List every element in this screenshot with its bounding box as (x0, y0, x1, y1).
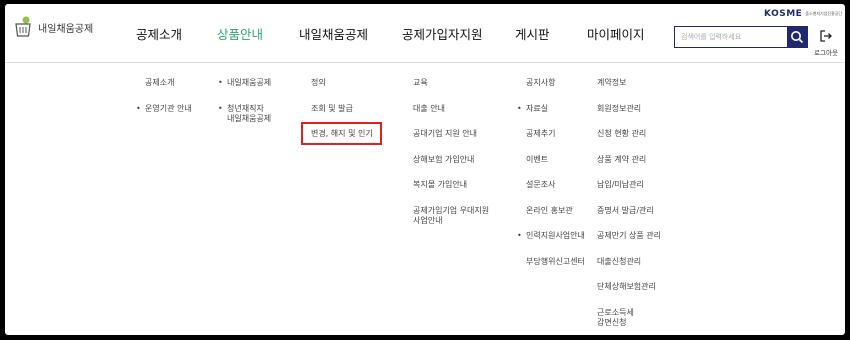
menu-item-line: 청년재직자 (227, 103, 264, 113)
menu-item[interactable]: 정의 (311, 78, 373, 88)
menu-item[interactable]: 설문조사 (526, 180, 585, 190)
kosme-wordmark: KOSME (764, 9, 803, 19)
nav-gongje-intro[interactable]: 공제소개 (136, 24, 182, 43)
menu-item-line: 사업안내 (413, 215, 443, 225)
search-input[interactable] (675, 27, 787, 47)
menu-item-line: 근로소득세 (597, 307, 634, 317)
menu-item[interactable]: 신청 현황 관리 (597, 129, 661, 139)
menu-item[interactable]: 공대기업 지원 안내 (413, 129, 489, 139)
menu-item[interactable]: 자료실 (517, 104, 585, 114)
logout-icon (820, 30, 832, 42)
menu-item[interactable]: 복지몰 가입안내 (413, 180, 489, 190)
menu-col-support: 교육 대출 안내 공대기업 지원 안내 상해보험 가입안내 복지몰 가입안내 공… (413, 78, 489, 241)
logout-button[interactable]: 로그아웃 (813, 27, 839, 57)
menu-item[interactable]: 공제만기 상품 관리 (597, 231, 661, 241)
menu-item-tax[interactable]: 근로소득세 감면신청 (597, 308, 661, 328)
menu-item[interactable]: 교육 (413, 78, 489, 88)
menu-item-line: 감면신청 (597, 317, 627, 327)
menu-item[interactable]: 인력지원사업안내 (517, 231, 585, 241)
menu-col-intro: 공제소개 운영기관 안내 (136, 78, 192, 129)
site-logo[interactable]: 내일채움공제 (13, 16, 93, 38)
nav-board[interactable]: 게시판 (515, 24, 550, 43)
brand-name: 내일채움공제 (38, 23, 94, 35)
menu-item[interactable]: 공지사항 (526, 78, 585, 88)
jar-logo-icon (13, 16, 33, 38)
nav-naeil-chaeum[interactable]: 내일채움공제 (299, 24, 368, 43)
highlight-box (301, 122, 382, 145)
menu-item[interactable]: 온라인 홍보관 (526, 206, 585, 216)
menu-item[interactable]: 부당행위신고센터 (526, 257, 585, 267)
menu-item[interactable]: 대출신청관리 (597, 257, 661, 267)
menu-col-product: 내일채움공제 청년재직자 내일채움공제 (218, 78, 272, 139)
menu-col-board: 공지사항 자료실 공제추기 이벤트 설문조사 온라인 홍보관 인력지원사업안내 … (517, 78, 585, 282)
kosme-subtitle: 중소벤처기업진흥공단 (805, 11, 843, 16)
menu-item[interactable]: 상해보험 가입안내 (413, 155, 489, 165)
menu-col-mypage: 계약정보 회원정보관리 신청 현황 관리 상품 계약 관리 납입/미납관리 증명… (597, 78, 661, 335)
search-box (674, 26, 808, 48)
menu-item[interactable]: 납입/미납관리 (597, 180, 661, 190)
menu-item[interactable]: 단체상해보험관리 (597, 282, 661, 292)
logout-label: 로그아웃 (814, 49, 838, 57)
nav-mypage[interactable]: 마이페이지 (587, 24, 645, 43)
menu-item[interactable]: 상품 계약 관리 (597, 155, 661, 165)
menu-item-youth[interactable]: 청년재직자 내일채움공제 (218, 103, 272, 124)
kosme-logo: KOSME 중소벤처기업진흥공단 (764, 9, 842, 19)
menu-item[interactable]: 조회 및 발급 (311, 104, 373, 114)
menu-item-line: 내일채움공제 (227, 113, 272, 123)
nav-subscriber-support[interactable]: 공제가입자지원 (402, 24, 483, 43)
menu-item[interactable]: 내일채움공제 (218, 78, 271, 88)
menu-item[interactable]: 대출 안내 (413, 104, 489, 114)
search-icon (791, 31, 804, 44)
menu-item-preferential[interactable]: 공제가입기업 우대지원 사업안내 (413, 206, 489, 226)
header: 내일채움공제 공제소개 상품안내 내일채움공제 공제가입자지원 게시판 마이페이… (5, 4, 845, 63)
menu-item[interactable]: 계약정보 (597, 78, 661, 88)
menu-item[interactable]: 회원정보관리 (597, 104, 661, 114)
menu-item[interactable]: 공제추기 (526, 129, 585, 139)
menu-item[interactable]: 운영기관 안내 (136, 104, 192, 114)
search-button[interactable] (787, 27, 807, 47)
menu-item[interactable]: 이벤트 (526, 155, 585, 165)
menu-item-line: 공제가입기업 우대지원 (413, 205, 490, 215)
menu-item[interactable]: 증명서 발급/관리 (597, 206, 661, 216)
menu-item[interactable]: 공제소개 (145, 78, 192, 88)
page-frame: 내일채움공제 공제소개 상품안내 내일채움공제 공제가입자지원 게시판 마이페이… (5, 4, 845, 335)
nav-product-info[interactable]: 상품안내 (217, 24, 263, 43)
